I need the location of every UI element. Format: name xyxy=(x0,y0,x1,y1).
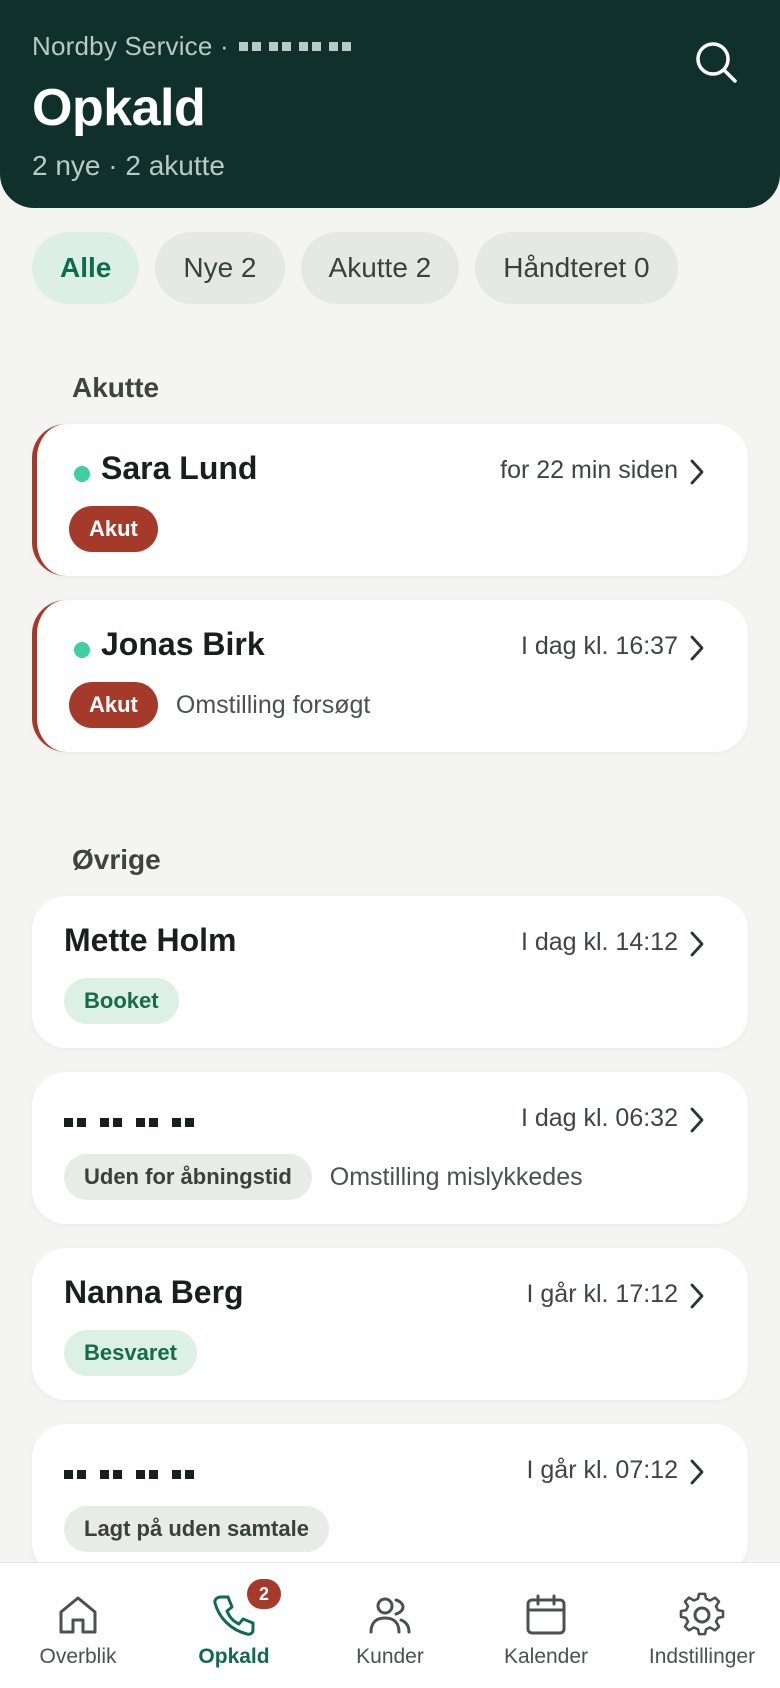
filter-all[interactable]: Alle xyxy=(32,232,140,304)
chevron-right-icon xyxy=(690,1283,704,1309)
call-card[interactable]: Sara Lund for 22 min siden Akut xyxy=(32,424,748,576)
organization-name: Nordby Service · xyxy=(32,30,229,61)
call-note: Omstilling mislykkedes xyxy=(329,1162,583,1191)
section-heading-other: Øvrige xyxy=(72,844,161,875)
masked-phone-number xyxy=(64,1102,194,1142)
nav-customers[interactable]: Kunder xyxy=(315,1591,465,1669)
status-badge: Akut xyxy=(69,506,158,552)
filter-new-label: Nye 2 xyxy=(183,252,257,283)
caller-name-masked xyxy=(64,1102,194,1142)
call-meta: Uden for åbningstid Omstilling mislykked… xyxy=(64,1154,583,1200)
nav-overview-label: Overblik xyxy=(39,1645,117,1668)
caller-name: Jonas Birk xyxy=(101,626,265,662)
caller-name-masked xyxy=(64,1454,194,1494)
filter-handled[interactable]: Håndteret 0 xyxy=(475,232,678,304)
status-badge: Uden for åbningstid xyxy=(64,1154,312,1200)
call-time: I dag kl. 06:32 xyxy=(520,1104,678,1132)
call-note: Omstilling forsøgt xyxy=(175,690,371,719)
caller-name: Nanna Berg xyxy=(64,1274,244,1310)
filter-handled-label: Håndteret 0 xyxy=(503,252,650,283)
nav-calls-label: Opkald xyxy=(198,1645,270,1668)
status-badge: Lagt på uden samtale xyxy=(64,1506,329,1552)
nav-customers-label: Kunder xyxy=(356,1645,424,1668)
home-icon xyxy=(54,1591,102,1639)
call-meta: Booket xyxy=(64,978,179,1024)
call-card[interactable]: Mette Holm I dag kl. 14:12 Booket xyxy=(32,896,748,1048)
masked-phone-number xyxy=(64,1454,194,1494)
calendar-icon xyxy=(522,1591,570,1639)
status-badge: Booket xyxy=(64,978,179,1024)
call-card[interactable]: Jonas Birk I dag kl. 16:37 Akut Omstilli… xyxy=(32,600,748,752)
search-icon xyxy=(696,42,737,83)
call-card[interactable]: Nanna Berg I går kl. 17:12 Besvaret xyxy=(32,1248,748,1400)
users-icon xyxy=(366,1591,414,1639)
call-meta: Besvaret xyxy=(64,1330,197,1376)
search-button[interactable] xyxy=(692,38,740,86)
caller-name: Mette Holm xyxy=(64,922,237,958)
call-time: for 22 min siden xyxy=(500,456,678,484)
nav-settings[interactable]: Indstillinger xyxy=(627,1591,777,1669)
bottom-navigation: Overblik 2 Opkald Kunder Kalender Indsti… xyxy=(0,1562,780,1688)
filter-new[interactable]: Nye 2 xyxy=(155,232,285,304)
section-heading-urgent: Akutte xyxy=(72,372,160,403)
chevron-right-icon xyxy=(690,931,704,957)
chevron-right-icon xyxy=(690,635,704,661)
call-time: I dag kl. 14:12 xyxy=(520,928,678,956)
filter-urgent[interactable]: Akutte 2 xyxy=(300,232,460,304)
chevron-right-icon xyxy=(690,1459,704,1485)
caller-name: Sara Lund xyxy=(101,450,258,486)
call-meta: Akut Omstilling forsøgt xyxy=(69,682,370,728)
status-badge: Akut xyxy=(69,682,158,728)
nav-calendar-label: Kalender xyxy=(503,1645,589,1668)
chevron-right-icon xyxy=(690,459,704,485)
call-meta: Akut xyxy=(69,506,158,552)
nav-calendar[interactable]: Kalender xyxy=(471,1591,621,1669)
page-title: Opkald xyxy=(32,79,206,137)
call-meta: Lagt på uden samtale xyxy=(64,1506,329,1552)
filter-all-label: Alle xyxy=(60,252,112,283)
chevron-right-icon xyxy=(690,1107,704,1133)
call-time: I går kl. 17:12 xyxy=(526,1280,678,1308)
nav-settings-label: Indstillinger xyxy=(648,1645,756,1668)
nav-overview[interactable]: Overblik xyxy=(3,1591,153,1669)
nav-calls-badge: 2 xyxy=(247,1579,281,1609)
filter-chips: Alle Nye 2 Akutte 2 Håndteret 0 xyxy=(32,232,678,304)
gear-icon xyxy=(678,1591,726,1639)
status-badge: Besvaret xyxy=(64,1330,197,1376)
filter-urgent-label: Akutte 2 xyxy=(328,252,432,283)
new-indicator-dot xyxy=(74,642,90,658)
page-subtitle: 2 nye · 2 akutte xyxy=(32,150,226,181)
new-indicator-dot xyxy=(74,466,90,482)
call-time: I går kl. 07:12 xyxy=(526,1456,678,1484)
call-time: I dag kl. 16:37 xyxy=(520,632,678,660)
app-header: Nordby Service · Opkald 2 nye · 2 akutte xyxy=(0,0,780,208)
call-card[interactable]: I dag kl. 06:32 Uden for åbningstid Omst… xyxy=(32,1072,748,1224)
nav-calls[interactable]: 2 Opkald xyxy=(159,1579,309,1669)
call-card[interactable]: I går kl. 07:12 Lagt på uden samtale xyxy=(32,1424,748,1576)
masked-phone-number xyxy=(238,26,351,66)
